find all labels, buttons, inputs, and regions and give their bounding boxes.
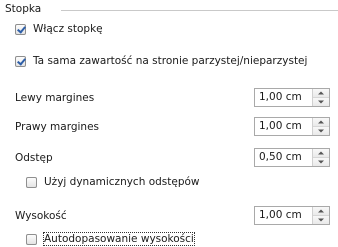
spacing-value[interactable]: 0,50 cm [255, 149, 312, 166]
height-increment-button[interactable] [313, 207, 329, 216]
dynamic-spacing-checkbox[interactable] [26, 176, 37, 188]
left-margin-decrement-button[interactable] [313, 98, 329, 106]
height-spinbox[interactable]: 1,00 cm [254, 206, 330, 225]
autofit-height-checkbox[interactable] [26, 233, 37, 245]
right-margin-value[interactable]: 1,00 cm [255, 118, 312, 135]
autofit-height-checkbox-row[interactable]: Autodopasowanie wysokości [26, 232, 195, 246]
dynamic-spacing-label: Użyj dynamicznych odstępów [44, 176, 200, 188]
left-margin-label: Lewy margines [15, 92, 95, 104]
same-content-checkbox[interactable] [15, 55, 26, 67]
section-divider [61, 10, 338, 11]
enable-footer-checkbox[interactable] [15, 23, 26, 35]
dynamic-spacing-checkbox-row[interactable]: Użyj dynamicznych odstępów [26, 176, 200, 188]
spacing-label: Odstęp [15, 152, 53, 164]
right-margin-spinbox[interactable]: 1,00 cm [254, 117, 330, 136]
left-margin-increment-button[interactable] [313, 89, 329, 98]
right-margin-decrement-button[interactable] [313, 127, 329, 135]
section-title: Stopka [5, 3, 42, 15]
same-content-checkbox-row[interactable]: Ta sama zawartość na stronie parzystej/n… [15, 55, 307, 67]
autofit-height-label: Autodopasowanie wysokości [43, 232, 195, 246]
spacing-spinbox[interactable]: 0,50 cm [254, 148, 330, 167]
left-margin-value[interactable]: 1,00 cm [255, 89, 312, 106]
height-value[interactable]: 1,00 cm [255, 207, 312, 224]
spacing-increment-button[interactable] [313, 149, 329, 158]
height-decrement-button[interactable] [313, 216, 329, 224]
enable-footer-checkbox-row[interactable]: Włącz stopkę [15, 23, 103, 35]
height-label: Wysokość [15, 210, 67, 222]
same-content-label: Ta sama zawartość na stronie parzystej/n… [33, 55, 308, 67]
right-margin-label: Prawy margines [15, 121, 99, 133]
spacing-decrement-button[interactable] [313, 158, 329, 166]
right-margin-increment-button[interactable] [313, 118, 329, 127]
left-margin-spinbox[interactable]: 1,00 cm [254, 88, 330, 107]
enable-footer-label: Włącz stopkę [33, 23, 103, 35]
